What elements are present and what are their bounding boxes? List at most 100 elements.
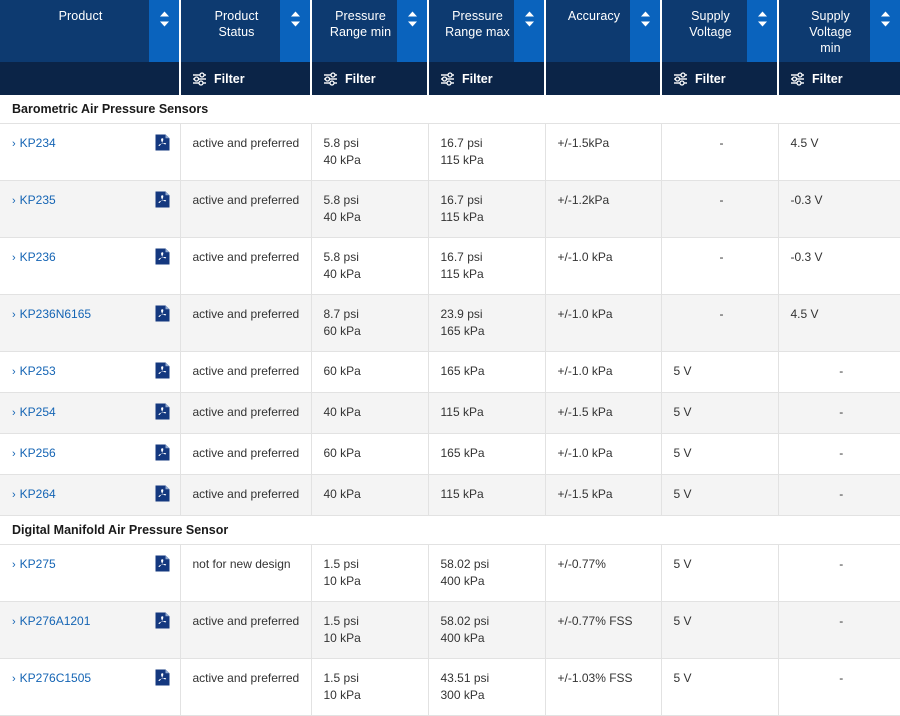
- sort-button-accuracy[interactable]: [630, 0, 660, 62]
- product-link[interactable]: ›KP235: [12, 192, 56, 210]
- pdf-document-icon[interactable]: [155, 612, 170, 629]
- product-link[interactable]: ›KP276C1505: [12, 670, 91, 688]
- cell-accuracy: +/-1.0 kPa: [545, 238, 661, 295]
- cell-pressure-range-min: 1.5 psi10 kPa: [311, 545, 428, 602]
- supply-voltage-value: 5 V: [674, 613, 770, 630]
- accuracy-value: +/-0.77%: [558, 556, 653, 573]
- pdf-document-icon[interactable]: [155, 444, 170, 461]
- product-link[interactable]: ›KP264: [12, 486, 56, 504]
- pdf-document-icon[interactable]: [155, 669, 170, 686]
- supply-voltage-value: 5 V: [674, 363, 770, 380]
- cell-pressure-range-max: 165 kPa: [428, 352, 545, 393]
- product-link[interactable]: ›KP276A1201: [12, 613, 90, 631]
- product-status-value: active and preferred: [193, 250, 300, 264]
- cell-supply-voltage-min: -: [778, 602, 900, 659]
- value-line: 60 kPa: [324, 445, 420, 462]
- column-header-supply-voltage-min: Supply Voltage min: [778, 0, 900, 62]
- filter-header-supply-voltage-min: Filter: [778, 62, 900, 95]
- product-name: KP276A1201: [20, 614, 91, 628]
- value-line: 115 kPa: [441, 152, 537, 169]
- value-line: 43.51 psi: [441, 670, 537, 687]
- pdf-document-icon[interactable]: [155, 134, 170, 151]
- cell-product: ›KP276C1505: [0, 659, 180, 716]
- value-line: 60 kPa: [324, 363, 420, 380]
- sliders-filter-icon: [192, 72, 207, 86]
- filter-button-label-supply-voltage: Filter: [695, 72, 726, 86]
- pdf-document-icon[interactable]: [155, 305, 170, 322]
- product-link[interactable]: › KP253: [12, 363, 56, 381]
- value-line: 165 kPa: [441, 363, 537, 380]
- product-status-value: active and preferred: [193, 193, 300, 207]
- pdf-document-icon[interactable]: [155, 191, 170, 208]
- product-status-value: active and preferred: [193, 136, 300, 150]
- table-row: ›KP264active and preferred40 kPa115 kPa+…: [0, 475, 900, 516]
- product-link[interactable]: ›KP254: [12, 404, 56, 422]
- cell-supply-voltage: -: [661, 181, 778, 238]
- cell-pressure-range-min: 40 kPa: [311, 475, 428, 516]
- accuracy-value: +/-1.0 kPa: [558, 249, 653, 266]
- cell-pressure-range-max: 58.02 psi400 kPa: [428, 602, 545, 659]
- group-header-row: Barometric Air Pressure Sensors: [0, 95, 900, 124]
- filter-button-supply-voltage[interactable]: Filter: [662, 62, 777, 95]
- sort-button-supply-voltage[interactable]: [747, 0, 777, 62]
- cell-supply-voltage-min: 4.5 V: [778, 295, 900, 352]
- sliders-filter-icon: [790, 72, 805, 86]
- cell-product: ›KP275: [0, 545, 180, 602]
- cell-supply-voltage-min: -0.3 V: [778, 181, 900, 238]
- filter-button-pressure-range-min[interactable]: Filter: [312, 62, 427, 95]
- pdf-document-icon[interactable]: [155, 362, 170, 379]
- pdf-document-icon[interactable]: [155, 403, 170, 420]
- supply-voltage-value: -: [674, 306, 770, 323]
- sort-button-pressure-range-max[interactable]: [514, 0, 544, 62]
- supply-voltage-min-value: -: [791, 445, 893, 462]
- supply-voltage-min-value: -: [791, 363, 893, 380]
- filter-button-label-pressure-range-max: Filter: [462, 72, 493, 86]
- product-link[interactable]: ›KP236N6165: [12, 306, 91, 324]
- cell-accuracy: +/-1.0 kPa: [545, 434, 661, 475]
- filter-button-pressure-range-max[interactable]: Filter: [429, 62, 544, 95]
- product-name: KP253: [20, 364, 56, 378]
- product-link[interactable]: ›KP236: [12, 249, 56, 267]
- supply-voltage-value: -: [674, 135, 770, 152]
- supply-voltage-min-value: -: [791, 556, 893, 573]
- sort-button-pressure-range-min[interactable]: [397, 0, 427, 62]
- product-link[interactable]: ›KP275: [12, 556, 56, 574]
- product-link[interactable]: ›KP256: [12, 445, 56, 463]
- product-name: KP264: [20, 487, 56, 501]
- sort-button-supply-voltage-min[interactable]: [870, 0, 900, 62]
- value-line: 5.8 psi: [324, 192, 420, 209]
- cell-product-status: active and preferred: [180, 181, 311, 238]
- filter-button-product-status[interactable]: Filter: [181, 62, 310, 95]
- value-line: 40 kPa: [324, 152, 420, 169]
- product-link[interactable]: ›KP234: [12, 135, 56, 153]
- sliders-filter-icon: [673, 72, 688, 86]
- product-status-value: not for new design: [193, 557, 291, 571]
- pdf-document-icon[interactable]: [155, 248, 170, 265]
- column-header-label-pressure-range-min: Pressure Range min: [312, 0, 397, 62]
- supply-voltage-min-value: -: [791, 486, 893, 503]
- chevron-right-icon: ›: [12, 366, 16, 378]
- sort-button-product[interactable]: [149, 0, 179, 62]
- supply-voltage-min-value: -: [791, 613, 893, 630]
- pdf-document-icon[interactable]: [155, 485, 170, 502]
- cell-pressure-range-min: 1.5 psi10 kPa: [311, 659, 428, 716]
- column-header-label-product: Product: [0, 0, 149, 62]
- supply-voltage-value: 5 V: [674, 445, 770, 462]
- sort-button-product-status[interactable]: [280, 0, 310, 62]
- column-header-label-pressure-range-max: Pressure Range max: [429, 0, 514, 62]
- value-line: 400 kPa: [441, 573, 537, 590]
- column-header-product: Product: [0, 0, 180, 62]
- cell-product-status: active and preferred: [180, 393, 311, 434]
- cell-supply-voltage: 5 V: [661, 434, 778, 475]
- cell-product-status: active and preferred: [180, 295, 311, 352]
- accuracy-value: +/-1.0 kPa: [558, 363, 653, 380]
- accuracy-value: +/-1.5kPa: [558, 135, 653, 152]
- product-comparison-table: ProductProduct StatusPressure Range minP…: [0, 0, 900, 716]
- filter-header-product-status: Filter: [180, 62, 311, 95]
- filter-button-supply-voltage-min[interactable]: Filter: [779, 62, 900, 95]
- cell-accuracy: +/-1.5 kPa: [545, 475, 661, 516]
- accuracy-value: +/-1.03% FSS: [558, 670, 653, 687]
- product-name: KP275: [20, 557, 56, 571]
- pdf-document-icon[interactable]: [155, 555, 170, 572]
- table-row: ›KP234active and preferred5.8 psi40 kPa1…: [0, 124, 900, 181]
